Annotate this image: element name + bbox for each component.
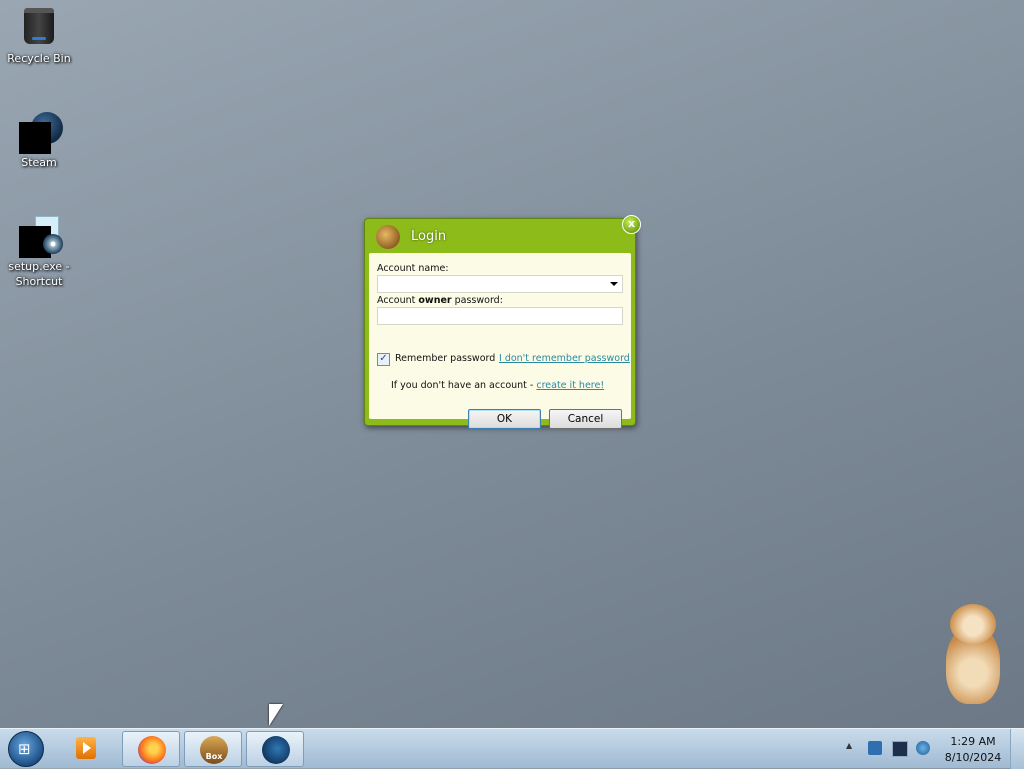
desktop-icon-steam[interactable]: Steam xyxy=(2,112,76,170)
forgot-password-link[interactable]: I don't remember password xyxy=(499,353,630,364)
firefox-icon xyxy=(138,736,166,764)
chevron-down-icon[interactable] xyxy=(610,282,618,286)
no-account-text: If you don't have an account - xyxy=(391,380,537,391)
login-form: Account name: Account owner password: ✓ … xyxy=(369,253,631,429)
steam-tray-icon[interactable] xyxy=(916,741,930,755)
dialog-title-bar[interactable]: Login x xyxy=(365,215,641,253)
password-label: Account owner password: xyxy=(377,295,503,306)
create-account-line: If you don't have an account - create it… xyxy=(391,380,604,391)
start-button[interactable]: ⊞ xyxy=(8,731,44,767)
account-name-label: Account name: xyxy=(377,263,449,274)
hamster-app-icon xyxy=(376,225,400,249)
taskbar-firefox[interactable] xyxy=(122,731,180,767)
login-dialog: Login x Account name: Account owner pass… xyxy=(364,215,641,429)
setup-shortcut-icon xyxy=(19,216,63,258)
clock[interactable]: 1:29 AM 8/10/2024 xyxy=(930,734,1016,766)
box-icon-label: Box xyxy=(205,752,223,761)
taskbar-steam[interactable] xyxy=(246,731,304,767)
media-player-icon[interactable] xyxy=(76,737,96,759)
desktop-icon-label: setup.exe - Shortcut xyxy=(8,260,70,288)
desktop-icon-label: Recycle Bin xyxy=(7,52,71,65)
hamster-widget[interactable] xyxy=(940,604,1006,706)
cancel-button[interactable]: Cancel xyxy=(549,409,622,429)
desktop-icon-setup-shortcut[interactable]: setup.exe - Shortcut xyxy=(2,216,76,289)
password-field[interactable] xyxy=(377,307,623,325)
mouse-cursor xyxy=(269,704,283,726)
steam-icon xyxy=(262,736,290,764)
hamster-head xyxy=(950,604,996,644)
desktop-icon-label: Steam xyxy=(21,156,57,169)
remember-password-label[interactable]: Remember password xyxy=(395,353,495,364)
clock-time: 1:29 AM xyxy=(950,735,996,748)
monitor-icon[interactable] xyxy=(892,741,908,757)
windows-logo-icon: ⊞ xyxy=(18,740,31,758)
ok-button[interactable]: OK xyxy=(468,409,541,429)
show-desktop-button[interactable] xyxy=(1010,729,1024,769)
steam-icon xyxy=(19,112,63,154)
taskbar-box[interactable]: Box xyxy=(184,731,242,767)
taskbar: ⊞ Box ▲ 1:29 AM 8/10/2024 xyxy=(0,728,1024,769)
dialog-title: Login xyxy=(411,229,447,244)
desktop-icon-recycle-bin[interactable]: Recycle Bin xyxy=(2,6,76,66)
recycle-bin-icon xyxy=(19,8,59,48)
account-name-dropdown[interactable] xyxy=(377,275,623,293)
desktop: Recycle Bin Steam setup.exe - Shortcut L… xyxy=(0,0,1024,728)
remember-password-checkbox[interactable]: ✓ xyxy=(377,353,390,366)
create-account-link[interactable]: create it here! xyxy=(536,380,604,391)
show-hidden-icons-button[interactable]: ▲ xyxy=(846,741,860,755)
network-icon[interactable] xyxy=(868,741,882,755)
clock-date: 8/10/2024 xyxy=(944,751,1002,764)
close-button[interactable]: x xyxy=(622,215,641,234)
